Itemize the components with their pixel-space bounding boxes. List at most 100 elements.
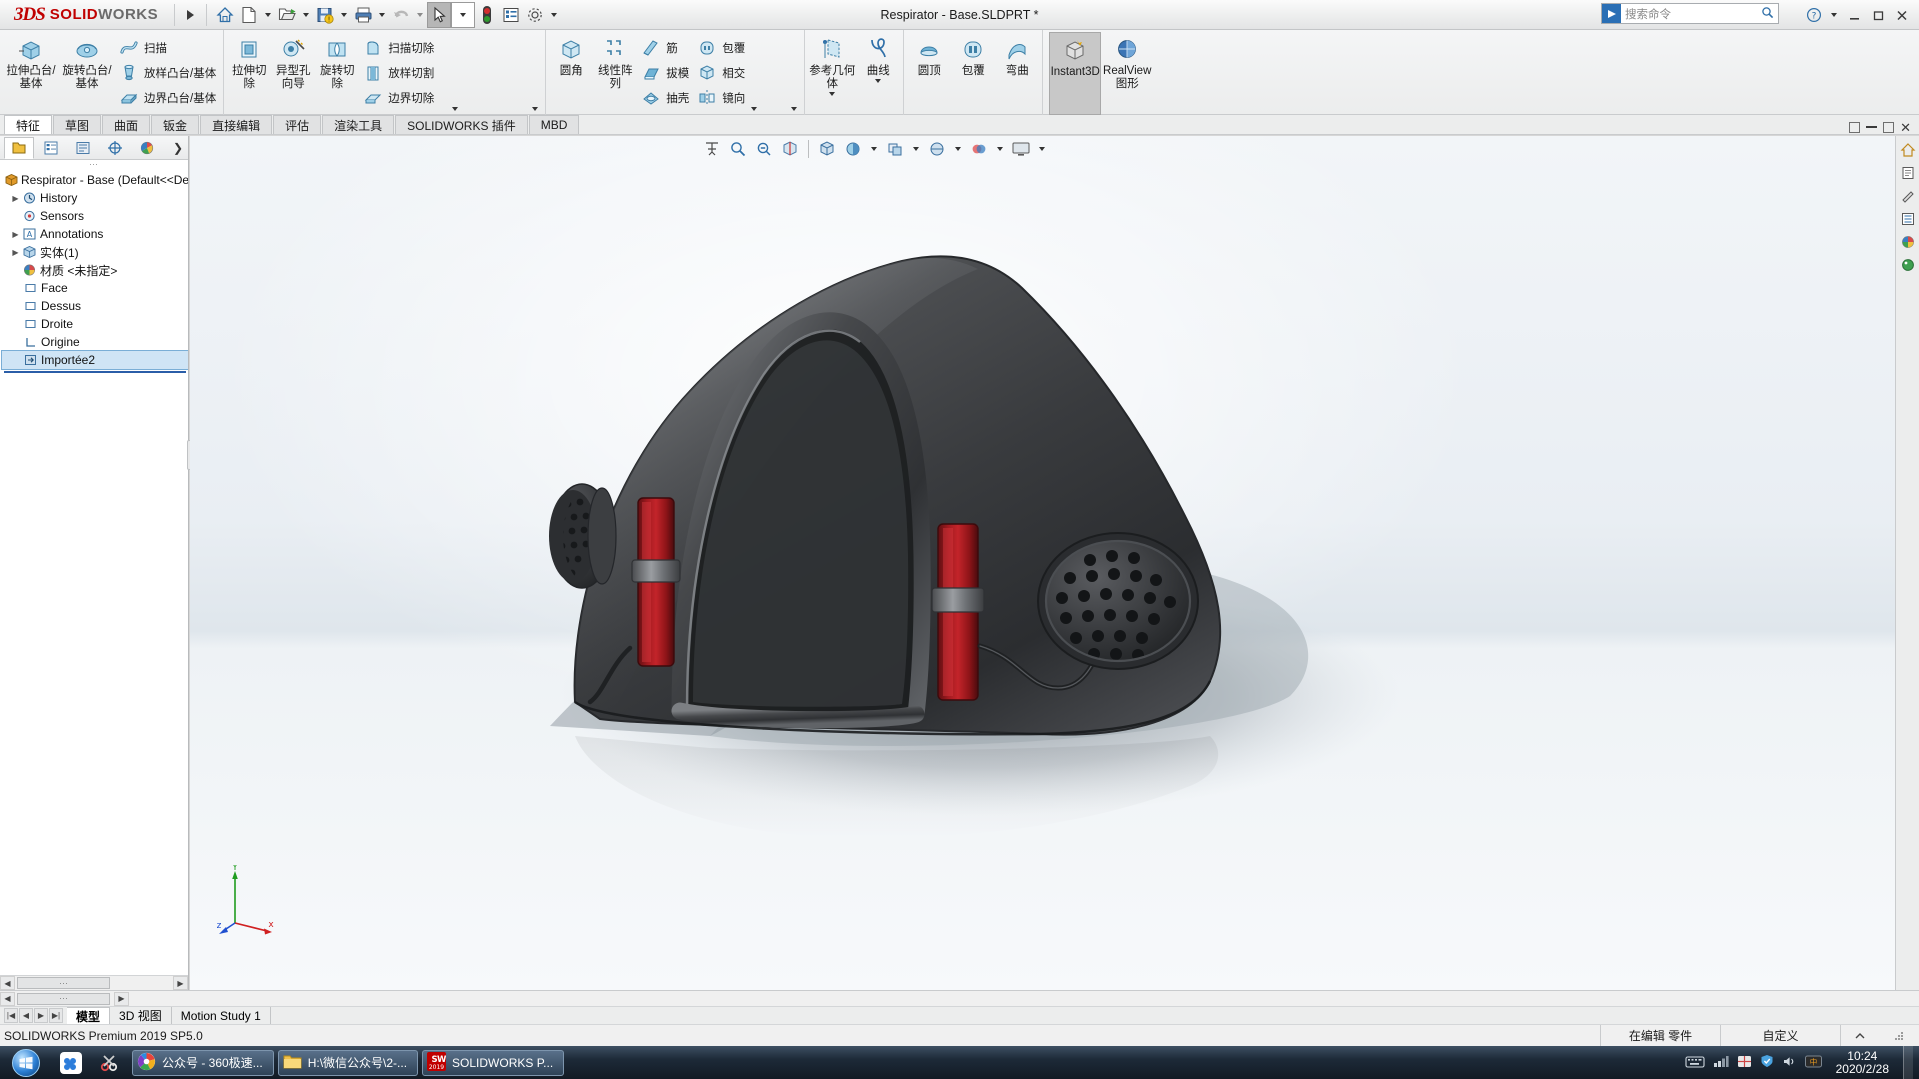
cut-more-dropdown-icon[interactable] — [452, 107, 459, 111]
extrude-boss-button[interactable]: 拉伸凸台/基体 — [3, 32, 59, 91]
hole-wizard-button[interactable]: 异型孔向导 — [271, 32, 315, 91]
print-icon[interactable] — [351, 2, 375, 28]
scroll-right-arrow-icon[interactable]: ▶ — [114, 991, 129, 1006]
lofted-cut-button[interactable]: 放样切割 — [359, 60, 438, 85]
display-manager-icon[interactable] — [132, 137, 162, 159]
property-manager-icon[interactable] — [36, 137, 66, 159]
minimize-icon[interactable] — [1843, 3, 1865, 27]
bottom-tab-motion-study[interactable]: Motion Study 1 — [172, 1006, 271, 1025]
tree-item-annotations[interactable]: ▶ A Annotations — [2, 225, 188, 243]
boundary-boss-button[interactable]: 边界凸台/基体 — [115, 85, 220, 110]
next-tab-icon[interactable]: ▶ — [34, 1008, 48, 1023]
dome-button[interactable]: 圆顶 — [907, 32, 951, 78]
view-orientation-icon[interactable] — [815, 137, 839, 161]
tree-rollback-bar[interactable] — [4, 371, 186, 373]
tab-direct-editing[interactable]: 直接编辑 — [200, 115, 273, 134]
snip-tool-icon[interactable] — [90, 1046, 128, 1079]
bottom-tab-model[interactable]: 模型 — [67, 1006, 111, 1025]
save-icon[interactable]: ! — [313, 2, 337, 28]
last-tab-icon[interactable]: ▶| — [49, 1008, 63, 1023]
help-icon[interactable]: ? — [1803, 3, 1825, 27]
wrap-button[interactable]: 包覆 — [693, 35, 749, 60]
fillet-button[interactable]: 圆角 — [549, 32, 593, 78]
tree-item-droite[interactable]: Droite — [2, 315, 188, 333]
tree-item-sensors[interactable]: Sensors — [2, 207, 188, 225]
search-input[interactable]: 搜索命令 — [1601, 3, 1779, 24]
baidu-netdisk-icon[interactable] — [52, 1046, 90, 1079]
rib-button[interactable]: 筋 — [637, 35, 693, 60]
settings-gear-icon[interactable] — [523, 2, 547, 28]
tree-item-origine[interactable]: Origine — [2, 333, 188, 351]
tree-item-part[interactable]: Respirator - Base (Default<<Defa — [2, 171, 188, 189]
taskbar-clock[interactable]: 10:24 2020/2/28 — [1830, 1049, 1895, 1076]
close-icon[interactable] — [1891, 3, 1913, 27]
hide-show-dropdown-icon[interactable] — [913, 147, 919, 151]
apply-scene-icon[interactable] — [925, 137, 949, 161]
intersect-button[interactable]: 相交 — [693, 60, 749, 85]
loft-boss-button[interactable]: 放样凸台/基体 — [115, 60, 220, 85]
save-dropdown-icon[interactable] — [341, 12, 348, 17]
display-pane-icon[interactable] — [1009, 137, 1033, 161]
flex-button[interactable]: 弯曲 — [995, 32, 1039, 78]
boundary-cut-dropdown-icon[interactable] — [532, 107, 539, 111]
section-view-icon[interactable] — [778, 137, 802, 161]
tree-item-material[interactable]: 材质 <未指定> — [2, 261, 188, 279]
curves-dropdown-icon[interactable] — [875, 79, 882, 83]
start-button[interactable] — [0, 1046, 52, 1079]
zoom-to-fit-icon[interactable] — [700, 137, 724, 161]
palette-icon[interactable] — [1898, 255, 1918, 275]
shield-icon[interactable] — [1760, 1054, 1774, 1071]
note-icon[interactable] — [1898, 163, 1918, 183]
select-cursor-icon[interactable] — [427, 1, 452, 28]
menu-expand-icon[interactable] — [187, 9, 195, 20]
status-resize-grip[interactable] — [1879, 1025, 1919, 1047]
taskbar-item-solidworks[interactable]: S W 2019 SOLIDWORKS P... — [422, 1049, 565, 1076]
draft-button[interactable]: 拔模 — [637, 60, 693, 85]
respirator-model-render[interactable] — [190, 136, 1919, 990]
configuration-manager-icon[interactable] — [68, 137, 98, 159]
fillet-dropdown-icon[interactable] — [751, 107, 758, 111]
graphics-area[interactable]: Y x z — [190, 136, 1919, 990]
first-tab-icon[interactable]: |◀ — [4, 1008, 18, 1023]
display-style-icon[interactable] — [841, 137, 865, 161]
home-icon[interactable] — [213, 2, 237, 28]
maximize-doc-icon[interactable] — [1883, 122, 1895, 133]
expand-toggle[interactable]: ▶ — [10, 194, 21, 203]
graphics-hscrollbar[interactable]: ◀ ⋯ ▶ — [0, 990, 1919, 1006]
revolve-boss-button[interactable]: 旋转凸台/基体 — [59, 32, 115, 91]
settings-dropdown-icon[interactable] — [551, 12, 558, 17]
pattern-dropdown-icon[interactable] — [791, 107, 798, 111]
taskbar-item-browser[interactable]: 公众号 - 360极速... — [132, 1049, 274, 1076]
tab-mbd[interactable]: MBD — [528, 115, 580, 134]
taskbar-item-explorer[interactable]: H:\微信公众号\2-... — [277, 1049, 419, 1076]
tab-features[interactable]: 特征 — [4, 115, 53, 134]
hide-show-icon[interactable] — [883, 137, 907, 161]
new-document-icon[interactable] — [237, 2, 261, 28]
expand-toggle[interactable]: ▶ — [10, 248, 21, 257]
boundary-cut-button[interactable]: 边界切除 — [359, 85, 438, 110]
new-document-dropdown-icon[interactable] — [265, 12, 272, 17]
revolve-cut-button[interactable]: 旋转切除 — [315, 32, 359, 91]
search-icon[interactable] — [1761, 6, 1774, 22]
appearance-icon[interactable] — [1898, 232, 1918, 252]
tree-item-dessus[interactable]: Dessus — [2, 297, 188, 315]
scroll-right-arrow-icon[interactable]: ▶ — [173, 976, 188, 990]
shell-button[interactable]: 抽壳 — [637, 85, 693, 110]
status-caret[interactable] — [1840, 1024, 1879, 1047]
expand-toggle[interactable]: ▶ — [10, 230, 21, 239]
wrap2-button[interactable]: 包覆 — [951, 32, 995, 78]
tree-item-face[interactable]: Face — [2, 279, 188, 297]
display-style-dropdown-icon[interactable] — [871, 147, 877, 151]
display-pane-dropdown-icon[interactable] — [1039, 147, 1045, 151]
view-settings-icon[interactable] — [967, 137, 991, 161]
tree-item-importee2[interactable]: Importée2 — [1, 350, 188, 370]
list-icon[interactable] — [1898, 209, 1918, 229]
chevron-right-icon[interactable]: ❯ — [173, 141, 183, 155]
scroll-thumb[interactable]: ⋯ — [17, 992, 110, 1005]
keyboard-icon[interactable] — [1685, 1055, 1705, 1071]
restore-doc-left-icon[interactable] — [1849, 122, 1861, 133]
show-desktop-button[interactable] — [1903, 1046, 1913, 1079]
reference-geometry-dropdown-icon[interactable] — [829, 92, 836, 96]
linear-pattern-button[interactable]: 线性阵列 — [593, 32, 637, 91]
feature-tree-hscrollbar[interactable]: ◀ ⋯ ▶ — [0, 975, 188, 990]
